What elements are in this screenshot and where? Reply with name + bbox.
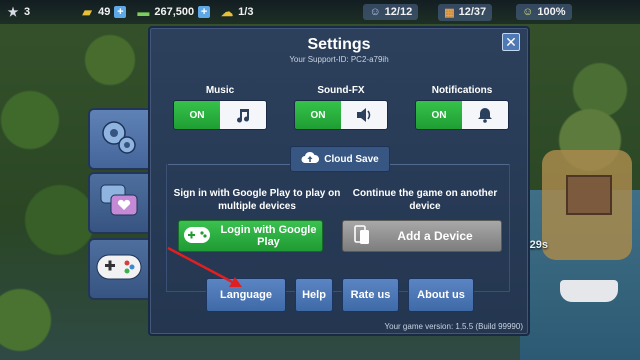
gold-resource[interactable]: ▰ 49 + bbox=[80, 5, 127, 19]
add-gold-button[interactable]: + bbox=[114, 6, 127, 18]
storage-icon: ▦ bbox=[444, 6, 455, 19]
sfx-label: Sound-FX bbox=[317, 85, 365, 96]
rate-us-button[interactable]: Rate us bbox=[342, 278, 399, 312]
storage-counter[interactable]: ▦ 12/37 bbox=[438, 3, 493, 21]
music-note-icon bbox=[220, 101, 266, 129]
speaker-icon bbox=[341, 101, 387, 129]
google-description: Sign in with Google Play to play on mult… bbox=[173, 188, 341, 212]
add-device-label: Add a Device bbox=[397, 229, 473, 243]
population-counter[interactable]: ☺ 12/12 bbox=[363, 4, 419, 20]
close-button[interactable]: ✕ bbox=[502, 33, 520, 51]
help-button[interactable]: Help bbox=[295, 278, 333, 312]
energy-resource[interactable]: ☁ 1/3 bbox=[220, 5, 253, 19]
cloud-save-header: Cloud Save bbox=[290, 146, 390, 172]
notifications-label: Notifications bbox=[431, 85, 493, 96]
star-icon: ★ bbox=[7, 5, 19, 19]
settings-dialog: Settings Your Support-ID: PC2-a79ih ✕ Mu… bbox=[148, 26, 530, 336]
google-play-login-button[interactable]: Login with Google Play bbox=[178, 220, 323, 252]
notifications-setting: Notifications ON bbox=[415, 85, 509, 130]
smiley-icon: ☺ bbox=[522, 6, 534, 18]
dialog-title: Settings bbox=[307, 36, 371, 53]
map-boat bbox=[560, 280, 618, 302]
cloud-upload-icon bbox=[301, 151, 320, 168]
device-description: Continue the game on another device bbox=[352, 188, 498, 212]
level-value: 3 bbox=[24, 6, 31, 18]
tab-general-settings[interactable] bbox=[88, 108, 148, 170]
storage-value: 12/37 bbox=[458, 6, 487, 18]
sfx-setting: Sound-FX ON bbox=[294, 85, 388, 130]
add-device-button[interactable]: Add a Device bbox=[342, 220, 502, 252]
chat-hearts-icon bbox=[97, 179, 141, 228]
happiness-value: 100% bbox=[537, 6, 566, 18]
language-button[interactable]: Language bbox=[206, 278, 286, 312]
gears-icon bbox=[97, 115, 141, 164]
bell-icon bbox=[462, 101, 508, 129]
population-value: 12/12 bbox=[384, 6, 413, 18]
energy-icon: ☁ bbox=[221, 5, 234, 19]
energy-value: 1/3 bbox=[238, 6, 254, 18]
device-icon bbox=[353, 224, 371, 249]
map-timer: 29s bbox=[529, 239, 548, 251]
happiness-counter[interactable]: ☺ 100% bbox=[516, 4, 572, 20]
gamepad-icon bbox=[95, 249, 143, 290]
notifications-toggle[interactable]: ON bbox=[415, 100, 509, 130]
tab-game[interactable] bbox=[88, 238, 148, 300]
gamepad-icon bbox=[183, 224, 211, 249]
google-play-login-label: Login with Google Play bbox=[220, 224, 317, 248]
music-setting: Music ON bbox=[173, 85, 267, 130]
game-version: Your game version: 1.5.5 (Build 99990) bbox=[384, 322, 523, 331]
notifications-state: ON bbox=[416, 101, 462, 129]
add-cash-button[interactable]: + bbox=[198, 6, 211, 18]
gold-bars-icon: ▰ bbox=[82, 5, 92, 19]
map-building bbox=[566, 175, 612, 215]
cash-value: 267,500 bbox=[154, 6, 195, 18]
sfx-toggle[interactable]: ON bbox=[294, 100, 388, 130]
sfx-state: ON bbox=[295, 101, 341, 129]
cloud-save-label: Cloud Save bbox=[324, 153, 379, 165]
cash-resource[interactable]: ▬ 267,500 + bbox=[136, 5, 211, 19]
gold-value: 49 bbox=[98, 6, 111, 18]
people-icon: ☺ bbox=[369, 6, 381, 18]
support-id: Your Support-ID: PC2-a79ih bbox=[289, 55, 389, 64]
level-indicator[interactable]: ★ 3 bbox=[6, 5, 31, 19]
music-label: Music bbox=[205, 85, 235, 96]
cash-icon: ▬ bbox=[137, 5, 150, 19]
music-toggle[interactable]: ON bbox=[173, 100, 267, 130]
resource-bar: ★ 3 ▰ 49 + ▬ 267,500 + ☁ 1/3 ☺ 12/12 ▦ 1… bbox=[0, 0, 640, 24]
tab-social[interactable] bbox=[88, 172, 148, 234]
about-us-button[interactable]: About us bbox=[408, 278, 474, 312]
music-state: ON bbox=[174, 101, 220, 129]
